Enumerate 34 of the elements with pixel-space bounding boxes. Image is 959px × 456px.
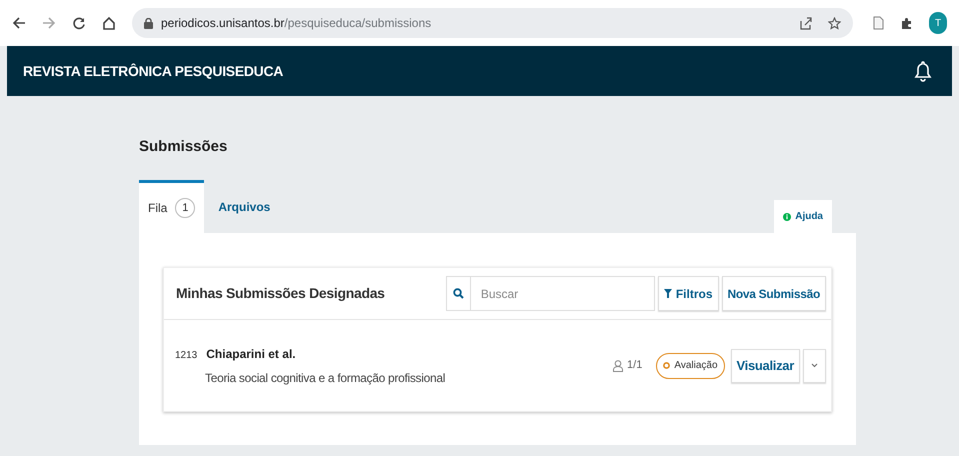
document-icon[interactable]: [873, 16, 884, 30]
new-submission-button[interactable]: Nova Submissão: [722, 276, 826, 311]
bell-icon[interactable]: [914, 60, 932, 82]
journal-title[interactable]: REVISTA ELETRÔNICA PESQUISEDUCA: [23, 60, 284, 82]
page-title: Submissões: [139, 137, 228, 157]
submission-id: 1213: [175, 348, 198, 362]
address-bar[interactable]: periodicos.unisantos.br/pesquiseduca/submissions: [132, 8, 853, 38]
submission-title: Teoria social cognitiva e a formação profissional: [205, 370, 446, 386]
tab[interactable]: Arquivos: [204, 180, 284, 233]
url-text: periodicos.unisantos.br/pesquiseduca/submissions: [161, 15, 432, 32]
info-icon: [783, 212, 792, 220]
person-icon: [613, 360, 624, 372]
profile-avatar[interactable]: T: [929, 12, 947, 34]
lock-icon: [144, 18, 153, 28]
puzzle-icon[interactable]: [900, 16, 913, 30]
list-title: Minhas Submissões Designadas: [176, 284, 385, 303]
chevron-down-icon: [811, 363, 818, 368]
home-icon[interactable]: [102, 16, 116, 30]
reload-icon[interactable]: [72, 16, 86, 30]
search-field[interactable]: Buscar: [470, 276, 655, 311]
circle-icon: [663, 362, 670, 369]
submission-authors[interactable]: Chiaparini et al.: [206, 344, 296, 362]
view-button[interactable]: Visualizar: [730, 348, 800, 382]
search-icon: [452, 288, 464, 299]
share-icon[interactable]: [800, 16, 812, 30]
help-tab[interactable]: Ajuda: [774, 200, 832, 233]
stage-badge: Avaliação: [656, 352, 725, 378]
back-icon[interactable]: [12, 16, 26, 30]
filter-icon: [664, 289, 672, 298]
tab[interactable]: Fila 1: [139, 180, 204, 233]
review-count: 1/1: [627, 358, 642, 374]
star-icon[interactable]: [828, 16, 841, 30]
count-badge: 1: [175, 198, 196, 218]
filter-button[interactable]: Filtros: [658, 276, 718, 311]
